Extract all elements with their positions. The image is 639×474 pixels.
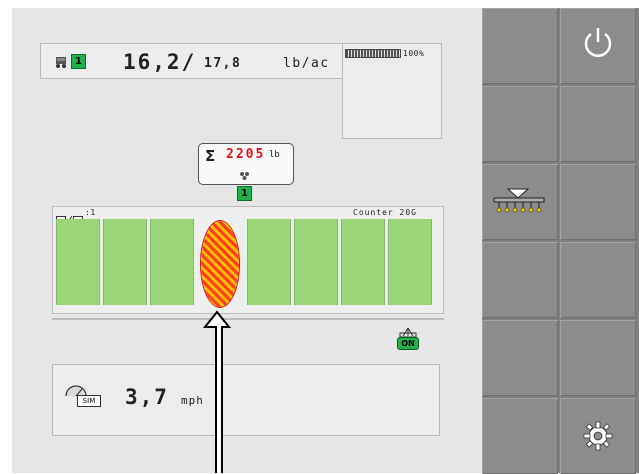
- field-badge: 1: [71, 54, 86, 69]
- section-4[interactable]: [247, 219, 291, 305]
- sidebar-button-2[interactable]: [482, 86, 558, 162]
- section-5[interactable]: [294, 219, 338, 305]
- power-icon: [580, 25, 616, 65]
- tank-level-percent: 100%: [403, 49, 425, 58]
- counter-badge: 1: [237, 186, 252, 201]
- section-3[interactable]: [150, 219, 194, 305]
- sigma-symbol: Σ: [205, 147, 216, 165]
- sim-label: SIM: [77, 395, 101, 407]
- tank-level-bar: [345, 49, 401, 58]
- boom-panel: :1 Counter 20G: [52, 206, 444, 314]
- power-button[interactable]: [560, 8, 636, 84]
- seeder-field-icon: [55, 54, 71, 68]
- sidebar-button-4[interactable]: [560, 164, 636, 240]
- sidebar-button-3[interactable]: [560, 86, 636, 162]
- seeder-button[interactable]: [482, 164, 558, 240]
- gear-icon: [582, 420, 614, 456]
- boom-underline: [52, 318, 444, 320]
- sidebar-button-6[interactable]: [560, 242, 636, 318]
- sidebar-button-5[interactable]: [482, 242, 558, 318]
- main-screen: 1 16,2/ 17,8 lb/ac 100% Σ 2205 lb 1 :1 C…: [12, 8, 482, 473]
- sidebar-button-7[interactable]: [482, 320, 558, 396]
- total-counter-panel: Σ 2205 lb: [198, 143, 294, 185]
- on-label: ON: [397, 337, 419, 350]
- rate-target: 17,8: [204, 56, 242, 71]
- section-6[interactable]: [341, 219, 385, 305]
- right-button-panel: [482, 8, 639, 474]
- section-2[interactable]: [103, 219, 147, 305]
- tank-level-fill: [346, 50, 400, 57]
- counter-label: Counter 20G: [353, 208, 417, 217]
- section-off-indicator[interactable]: [201, 221, 239, 307]
- speed-panel: SIM 3,7 mph: [52, 364, 440, 436]
- section-1[interactable]: [56, 219, 100, 305]
- pointer-arrow-shaft: [215, 326, 223, 473]
- auto-on-badge[interactable]: ON: [396, 327, 420, 350]
- section-7[interactable]: [388, 219, 432, 305]
- rate-unit: lb/ac: [283, 56, 330, 71]
- tractor-count: :1: [85, 208, 96, 217]
- tank-panel: 100%: [342, 43, 442, 139]
- settings-button[interactable]: [560, 398, 636, 474]
- total-value: 2205: [226, 147, 266, 162]
- speed-unit: mph: [181, 394, 204, 407]
- seeds-icon: [239, 166, 251, 185]
- sidebar-button-9[interactable]: [482, 398, 558, 474]
- seeder-icon: [490, 186, 548, 220]
- rate-actual: 16,2/: [123, 50, 197, 74]
- nozzle-icon: [399, 327, 417, 337]
- speed-value: 3,7: [125, 385, 169, 409]
- sidebar-button-8[interactable]: [560, 320, 636, 396]
- sidebar-button-1[interactable]: [482, 8, 558, 84]
- total-unit: lb: [269, 150, 280, 160]
